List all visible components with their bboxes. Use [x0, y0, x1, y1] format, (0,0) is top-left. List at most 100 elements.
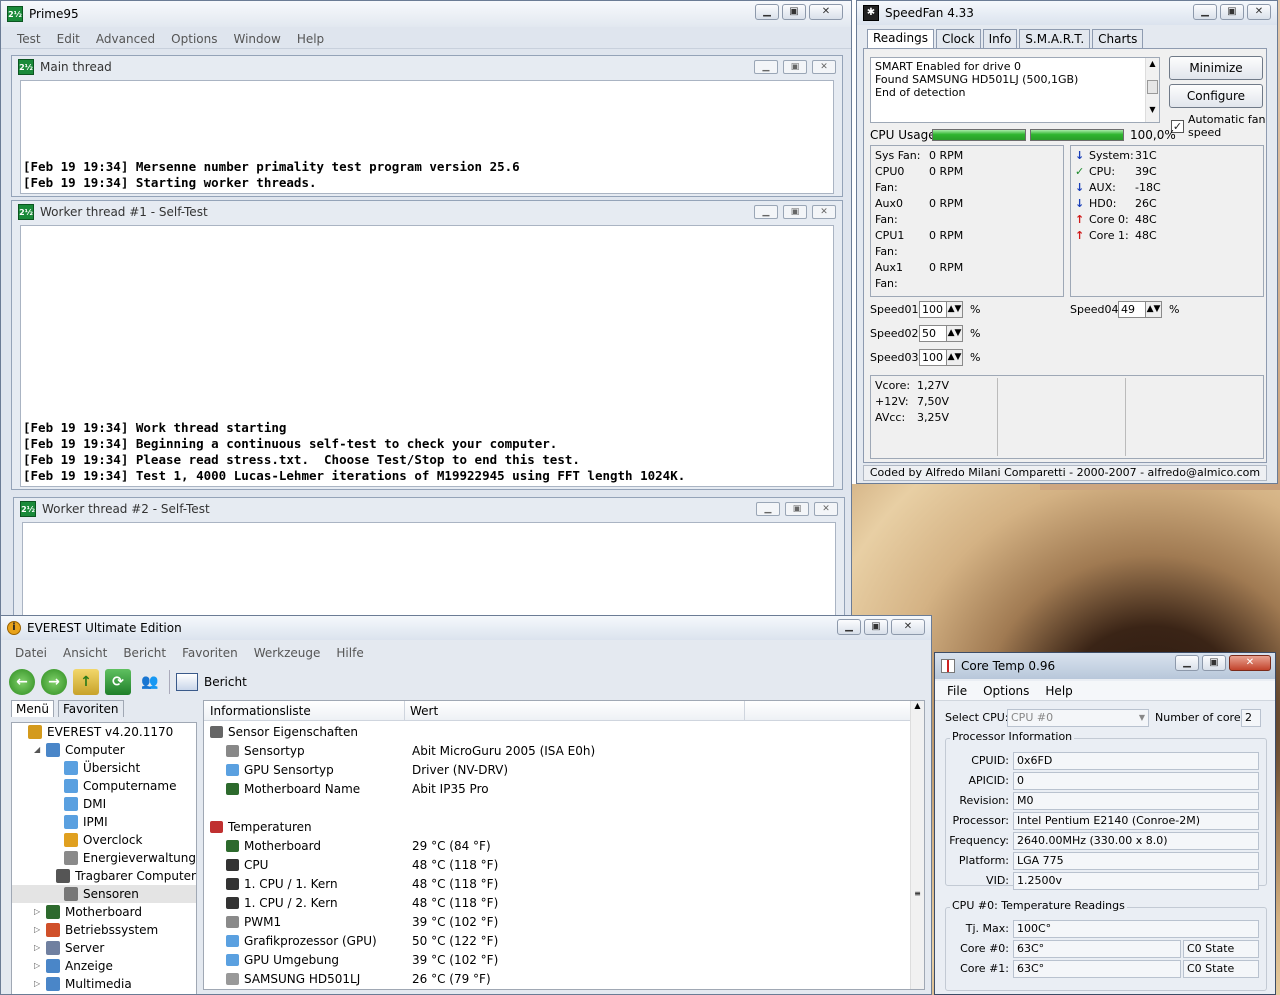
minimize-button[interactable]: ▁ — [1175, 655, 1199, 671]
close-button[interactable]: ✕ — [812, 60, 836, 74]
section-header[interactable]: Sensor Eigenschaften — [204, 723, 904, 742]
tab-smart[interactable]: S.M.A.R.T. — [1019, 29, 1091, 48]
users-icon[interactable]: 👥 — [137, 669, 163, 695]
table-row[interactable]: 1. CPU / 1. Kern 48 °C (118 °F) — [204, 875, 904, 894]
tree-item[interactable]: ▷ Multimedia — [12, 975, 196, 993]
back-arrow-icon[interactable]: ← — [9, 669, 35, 695]
minimize-button[interactable]: ▁ — [754, 60, 778, 74]
maximize-button[interactable]: ▣ — [1202, 655, 1226, 671]
spin-arrows-icon[interactable]: ▲▼ — [946, 302, 962, 317]
tree-item[interactable]: ▷ Anzeige — [12, 957, 196, 975]
close-button[interactable]: ✕ — [814, 502, 838, 516]
table-row[interactable]: CPU 48 °C (118 °F) — [204, 856, 904, 875]
tab-clock[interactable]: Clock — [935, 29, 981, 48]
menu-edit[interactable]: Edit — [49, 32, 88, 46]
speed04-spinner[interactable]: 49 ▲▼ — [1118, 301, 1162, 318]
minimize-button[interactable]: ▁ — [756, 502, 780, 516]
close-button[interactable]: ✕ — [1247, 4, 1271, 20]
minimize-button[interactable]: ▁ — [837, 619, 861, 635]
maximize-button[interactable]: ▣ — [782, 4, 806, 20]
menu-file[interactable]: File — [939, 684, 975, 698]
spin-arrows-icon[interactable]: ▲▼ — [1145, 302, 1161, 317]
expand-closed-icon[interactable]: ▷ — [34, 921, 46, 939]
minimize-app-button[interactable]: Minimize — [1169, 56, 1263, 80]
tree-item[interactable]: Energieverwaltung — [12, 849, 196, 867]
report-icon[interactable] — [176, 673, 198, 691]
select-cpu-dropdown[interactable]: CPU #0 ▼ — [1007, 709, 1149, 727]
tab-info[interactable]: Info — [982, 29, 1018, 48]
configure-button[interactable]: Configure — [1169, 84, 1263, 108]
column-header-informationsliste[interactable]: Informationsliste — [210, 704, 311, 718]
maximize-button[interactable]: ▣ — [783, 205, 807, 219]
main-thread-titlebar[interactable]: 2½ Main thread — [12, 56, 842, 78]
worker-thread-1-titlebar[interactable]: 2½ Worker thread #1 - Self-Test — [12, 201, 842, 223]
prime95-titlebar[interactable]: 2½ Prime95 ▁ ▣ ✕ — [1, 1, 851, 27]
menu-options[interactable]: Options — [975, 684, 1037, 698]
menu-help[interactable]: Help — [1037, 684, 1080, 698]
menu-window[interactable]: Window — [225, 32, 288, 46]
tree-item[interactable]: EVEREST v4.20.1170 — [12, 723, 196, 741]
close-button[interactable]: ✕ — [891, 619, 925, 635]
expand-closed-icon[interactable]: ▷ — [34, 903, 46, 921]
maximize-button[interactable]: ▣ — [783, 60, 807, 74]
table-row[interactable]: 1. CPU / 2. Kern 48 °C (118 °F) — [204, 894, 904, 913]
table-row[interactable]: PWM1 39 °C (102 °F) — [204, 913, 904, 932]
maximize-button[interactable]: ▣ — [785, 502, 809, 516]
refresh-icon[interactable]: ⟳ — [105, 669, 131, 695]
speedfan-titlebar[interactable]: ✱ SpeedFan 4.33 ▁ ▣ ✕ — [857, 1, 1277, 25]
menu-datei[interactable]: Datei — [7, 646, 55, 660]
tree-item[interactable]: ◢ Computer — [12, 741, 196, 759]
table-row[interactable]: Grafikprozessor (GPU) 50 °C (122 °F) — [204, 932, 904, 951]
menu-options[interactable]: Options — [163, 32, 225, 46]
speed03-spinner[interactable]: 100 ▲▼ — [919, 349, 963, 366]
list-scrollbar[interactable]: ▲ ≡ — [910, 701, 924, 989]
forward-arrow-icon[interactable]: → — [41, 669, 67, 695]
worker-thread-2-titlebar[interactable]: 2½ Worker thread #2 - Self-Test — [14, 498, 844, 520]
report-button[interactable]: Bericht — [204, 675, 247, 689]
expand-closed-icon[interactable]: ▷ — [34, 975, 46, 993]
tree-item[interactable]: IPMI — [12, 813, 196, 831]
spin-arrows-icon[interactable]: ▲▼ — [946, 326, 962, 341]
table-row[interactable]: Sensortyp Abit MicroGuru 2005 (ISA E0h) — [204, 742, 904, 761]
up-folder-icon[interactable]: ↑ — [73, 669, 99, 695]
close-button[interactable]: ✕ — [812, 205, 836, 219]
menu-bericht[interactable]: Bericht — [115, 646, 174, 660]
everest-titlebar[interactable]: i EVEREST Ultimate Edition ▁ ▣ ✕ — [1, 616, 931, 640]
table-row[interactable]: Motherboard 29 °C (84 °F) — [204, 837, 904, 856]
minimize-button[interactable]: ▁ — [1193, 4, 1217, 20]
menu-favoriten[interactable]: Favoriten — [174, 646, 246, 660]
table-row[interactable]: GPU Sensortyp Driver (NV-DRV) — [204, 761, 904, 780]
tree-item[interactable]: Overclock — [12, 831, 196, 849]
menu-ansicht[interactable]: Ansicht — [55, 646, 115, 660]
tree-item[interactable]: DMI — [12, 795, 196, 813]
spin-arrows-icon[interactable]: ▲▼ — [946, 350, 962, 365]
close-button[interactable]: ✕ — [809, 4, 843, 20]
menu-hilfe[interactable]: Hilfe — [328, 646, 371, 660]
table-row[interactable]: SAMSUNG HD501LJ 26 °C (79 °F) — [204, 970, 904, 989]
tree-item[interactable]: Übersicht — [12, 759, 196, 777]
expand-closed-icon[interactable]: ▷ — [34, 939, 46, 957]
tree-item[interactable]: Sensoren — [12, 885, 196, 903]
menu-advanced[interactable]: Advanced — [88, 32, 163, 46]
speed01-spinner[interactable]: 100 ▲▼ — [919, 301, 963, 318]
maximize-button[interactable]: ▣ — [1220, 4, 1244, 20]
expand-open-icon[interactable]: ◢ — [34, 741, 46, 759]
tab-charts[interactable]: Charts — [1092, 29, 1144, 48]
tree-item[interactable]: ▷ Betriebssystem — [12, 921, 196, 939]
menu-werkzeuge[interactable]: Werkzeuge — [246, 646, 329, 660]
menu-test[interactable]: Test — [9, 32, 49, 46]
table-row[interactable]: GPU Umgebung 39 °C (102 °F) — [204, 951, 904, 970]
close-button[interactable]: ✕ — [1229, 655, 1271, 671]
log-scrollbar[interactable]: ▲ ▼ — [1145, 58, 1159, 122]
tab-menu[interactable]: Menü — [11, 700, 54, 717]
coretemp-titlebar[interactable]: Core Temp 0.96 ▁ ▣ ✕ — [935, 653, 1275, 679]
detection-log[interactable]: SMART Enabled for drive 0 Found SAMSUNG … — [870, 57, 1160, 123]
minimize-button[interactable]: ▁ — [755, 4, 779, 20]
expand-closed-icon[interactable]: ▷ — [34, 957, 46, 975]
speed02-spinner[interactable]: 50 ▲▼ — [919, 325, 963, 342]
menu-help[interactable]: Help — [289, 32, 332, 46]
tab-favoriten[interactable]: Favoriten — [57, 700, 124, 717]
table-row[interactable]: Motherboard Name Abit IP35 Pro — [204, 780, 904, 799]
minimize-button[interactable]: ▁ — [754, 205, 778, 219]
column-header-wert[interactable]: Wert — [410, 704, 438, 718]
